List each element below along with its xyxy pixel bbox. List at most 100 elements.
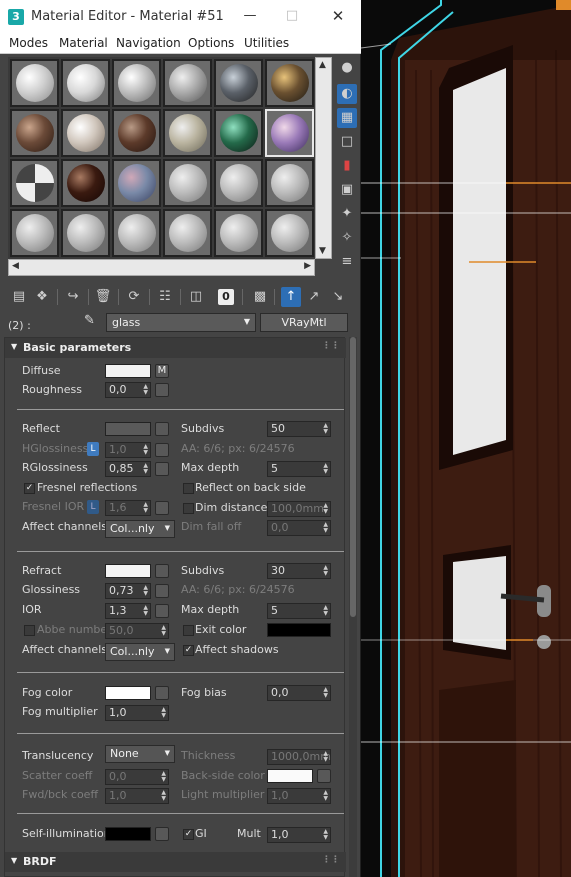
sample-slot[interactable] [214,209,263,257]
slots-vertical-scrollbar[interactable]: ▲ ▼ [315,57,332,259]
get-material-icon[interactable]: ▤ [9,287,29,307]
gi-checkbox[interactable]: ✓ [183,829,194,840]
sample-slot[interactable] [265,159,314,207]
refract-affect-channels-dropdown[interactable]: Col...nly ▼ [105,643,175,661]
thickness-spinner[interactable]: 1000,0mm ▲ ▼ [267,749,331,765]
sample-slot[interactable] [10,59,59,107]
sample-slot[interactable] [163,59,212,107]
exit-color-swatch[interactable] [267,623,331,637]
material-type-button[interactable]: VRayMtl [260,313,348,332]
assign-to-selection-icon[interactable]: ↪ [63,287,83,307]
backlight-icon[interactable]: ◐ [337,84,357,104]
go-to-parent-icon[interactable]: ↑ [281,287,301,307]
rollup-scrollbar[interactable] [349,337,357,877]
fog-multiplier-spinner[interactable]: 1,0 ▲ ▼ [105,705,169,721]
exit-color-checkbox[interactable] [183,625,194,636]
sample-slot[interactable] [61,159,110,207]
sample-slot[interactable] [214,59,263,107]
reflect-max-depth-spinner[interactable]: 5 ▲ ▼ [267,461,331,477]
scrollbar-thumb[interactable] [350,337,356,617]
sample-slot[interactable] [112,59,161,107]
select-by-material-icon[interactable]: ✧ [337,228,357,248]
sample-uv-tiling-icon[interactable]: □ [337,132,357,152]
hglossiness-spinner[interactable]: 1,0 ▲ ▼ [105,442,151,458]
reflect-back-checkbox[interactable] [183,483,194,494]
make-preview-icon[interactable]: ▣ [337,180,357,200]
fog-bias-spinner[interactable]: 0,0 ▲ ▼ [267,685,331,701]
diffuse-color-swatch[interactable] [105,364,151,378]
glossiness-spinner[interactable]: 0,73 ▲ ▼ [105,583,151,599]
affect-shadows-checkbox[interactable]: ✓ [183,645,194,656]
sample-slot[interactable] [112,109,161,157]
dim-distance-spinner[interactable]: 100,0mm ▲ ▼ [267,501,331,517]
sample-slot[interactable] [10,109,59,157]
scroll-down-icon[interactable]: ▼ [319,246,326,256]
dim-distance-checkbox[interactable] [183,503,194,514]
roughness-spinner[interactable]: 0,0 ▲ ▼ [105,382,151,398]
dim-falloff-spinner[interactable]: 0,0 ▲ ▼ [267,520,331,536]
refract-color-swatch[interactable] [105,564,151,578]
fresnel-ior-lock-button[interactable]: L [87,500,99,514]
show-shaded-material-icon[interactable]: ▩ [250,287,270,307]
scatter-spinner[interactable]: 0,0 ▲ ▼ [105,769,169,785]
hglossiness-map-button[interactable] [155,443,169,457]
backside-color-swatch[interactable] [267,769,313,783]
backside-map-button[interactable] [317,769,331,783]
slots-horizontal-scrollbar[interactable]: ◀ ▶ [8,259,315,276]
hglossiness-lock-button[interactable]: L [87,442,99,456]
material-map-navigator-icon[interactable]: ≡ [337,252,357,272]
video-color-check-icon[interactable]: ▮ [337,156,357,176]
ior-map-button[interactable] [155,604,169,618]
ior-spinner[interactable]: 1,3 ▲ ▼ [105,603,151,619]
maximize-button[interactable]: □ [280,6,304,26]
sample-slot[interactable] [112,159,161,207]
go-forward-sibling-icon[interactable]: ↗ [304,287,324,307]
reset-map-icon[interactable]: 🗑 [93,287,113,307]
fwdbck-spinner[interactable]: 1,0 ▲ ▼ [105,788,169,804]
material-id-channel-icon[interactable]: ◫ [186,287,206,307]
mult-spinner[interactable]: 1,0 ▲ ▼ [267,827,331,843]
fresnel-checkbox[interactable]: ✓ [24,483,35,494]
sample-slot[interactable] [61,59,110,107]
sample-slot[interactable] [112,209,161,257]
sample-slot[interactable] [265,209,314,257]
material-id-zero-icon[interactable]: 0 [218,289,234,305]
go-forward-icon[interactable]: ↘ [328,287,348,307]
background-checker-icon[interactable]: ▦ [337,108,357,128]
sample-type-sphere-icon[interactable]: ● [337,58,357,78]
glossiness-map-button[interactable] [155,584,169,598]
reflect-color-swatch[interactable] [105,422,151,436]
material-name-field[interactable]: glass ▼ [106,313,256,332]
reflect-map-button[interactable] [155,422,169,436]
rglossiness-map-button[interactable] [155,462,169,476]
sample-slot[interactable] [214,109,263,157]
put-to-scene-icon[interactable]: ❖ [32,287,52,307]
sample-slot[interactable] [10,159,59,207]
sample-slot[interactable] [214,159,263,207]
diffuse-map-button[interactable]: M [155,364,169,378]
menu-modes[interactable]: Modes [9,36,48,50]
sample-slot[interactable] [10,209,59,257]
close-button[interactable]: ✕ [326,6,350,26]
sample-slot-active[interactable] [265,109,314,157]
menu-material[interactable]: Material [59,36,108,50]
abbe-spinner[interactable]: 50,0 ▲ ▼ [105,623,169,639]
affect-channels-dropdown[interactable]: Col...nly ▼ [105,520,175,538]
sample-slot[interactable] [61,209,110,257]
brdf-header[interactable]: ▼ BRDF ⋮⋮ [5,852,346,872]
roughness-map-button[interactable] [155,383,169,397]
menu-navigation[interactable]: Navigation [116,36,181,50]
reflect-subdivs-spinner[interactable]: 50 ▲ ▼ [267,421,331,437]
minimize-button[interactable]: — [238,6,262,26]
viewport[interactable] [361,0,571,877]
translucency-dropdown[interactable]: None ▼ [105,745,175,763]
self-illumination-swatch[interactable] [105,827,151,841]
make-unique-icon[interactable]: ⟳ [124,287,144,307]
fog-color-swatch[interactable] [105,686,151,700]
fresnel-ior-map-button[interactable] [155,501,169,515]
scroll-left-icon[interactable]: ◀ [12,261,19,271]
refract-subdivs-spinner[interactable]: 30 ▲ ▼ [267,563,331,579]
sample-slot[interactable] [265,59,314,107]
menu-options[interactable]: Options [188,36,234,50]
fog-color-map-button[interactable] [155,686,169,700]
